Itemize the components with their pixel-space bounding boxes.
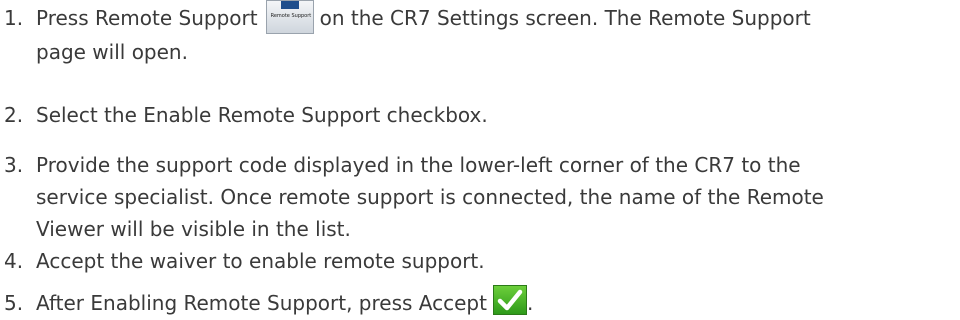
remote-support-icon-graphic <box>280 0 299 9</box>
step-text: Press Remote Support Remote Support on the… <box>36 0 951 68</box>
checkmark-icon <box>497 289 523 310</box>
step-line: page will open. <box>36 40 188 64</box>
step-line: Select the Enable Remote Support checkbo… <box>36 103 488 127</box>
step-line: After Enabling Remote Support, press Acc… <box>36 284 951 319</box>
step-line: Accept the waiver to enable remote suppo… <box>36 249 485 273</box>
step-number: 4. <box>4 249 24 273</box>
step-number: 3. <box>4 153 24 177</box>
step-line: Provide the support code displayed in th… <box>36 153 801 177</box>
step-text-after-icon: on the CR7 Settings screen. The Remote S… <box>319 6 811 30</box>
step-line: Press Remote Support Remote Support on the… <box>36 0 951 34</box>
remote-support-icon: Remote Support <box>265 0 314 34</box>
step-line: service specialist. Once remote support … <box>36 185 824 209</box>
step-trailing-period: . <box>526 291 534 315</box>
step-text-before-icon: Press Remote Support <box>36 6 258 30</box>
step-line: Viewer will be visible in the list. <box>36 217 351 241</box>
step-number: 2. <box>4 103 24 127</box>
remote-support-icon-caption: Remote Support <box>270 12 312 19</box>
step-text: After Enabling Remote Support, press Acc… <box>36 284 951 319</box>
step-text-main: After Enabling Remote Support, press Acc… <box>36 291 487 315</box>
step-text: Select the Enable Remote Support checkbo… <box>36 99 951 131</box>
step-text: Accept the waiver to enable remote suppo… <box>36 245 951 277</box>
accept-check-icon <box>492 284 527 315</box>
step-text: Provide the support code displayed in th… <box>36 149 951 245</box>
step-number: 5. <box>4 291 24 315</box>
step-number: 1. <box>4 6 24 30</box>
